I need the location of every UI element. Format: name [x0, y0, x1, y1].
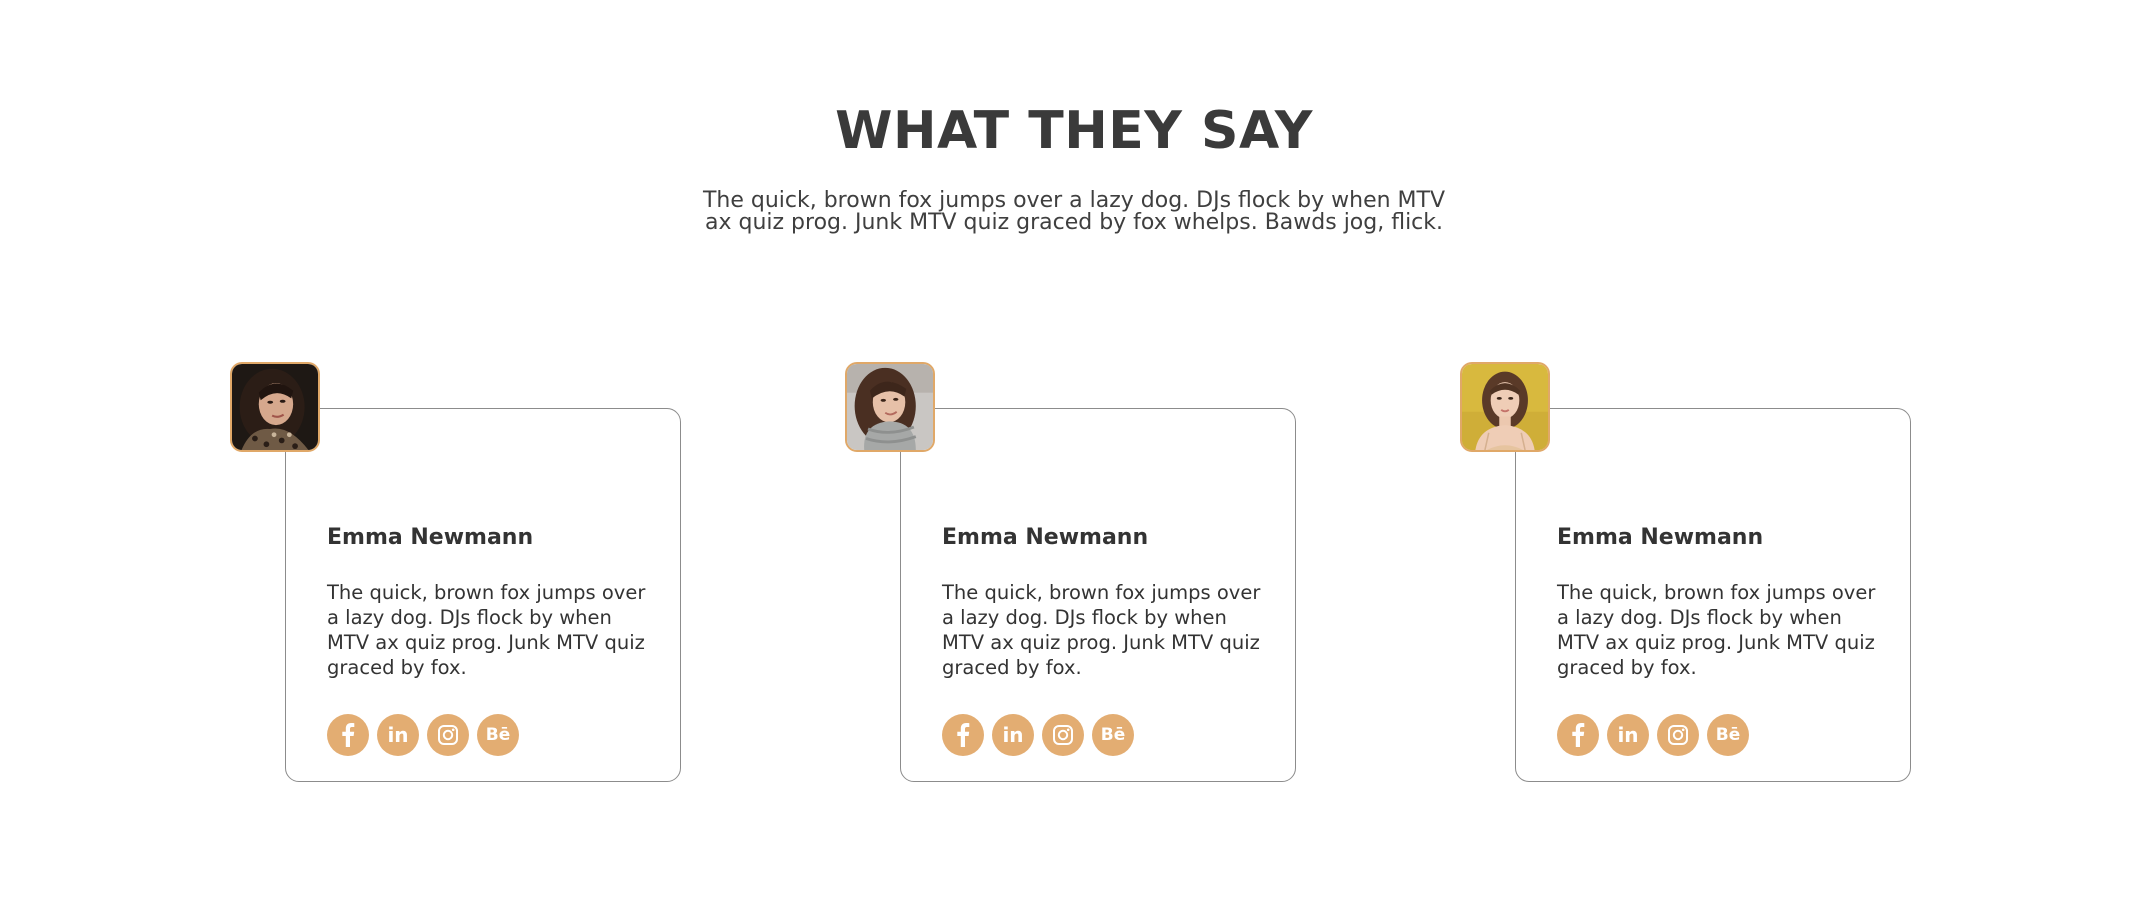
- social-links: in Bē: [1557, 714, 1749, 756]
- social-links: in Bē: [327, 714, 519, 756]
- testimonial-card-2: Emma Newmann The quick, brown fox jumps …: [845, 362, 1315, 787]
- facebook-icon[interactable]: [327, 714, 369, 756]
- intro-line-1: The quick, brown fox jumps over a lazy d…: [702, 188, 1446, 213]
- testimonial-quote: The quick, brown fox jumps over a lazy d…: [327, 581, 646, 679]
- social-links: in Bē: [942, 714, 1134, 756]
- avatar: [845, 362, 935, 452]
- avatar-photo-2: [847, 364, 933, 450]
- testimonial-card-1: Emma Newmann The quick, brown fox jumps …: [230, 362, 700, 787]
- avatar-photo-3: [1462, 364, 1548, 450]
- instagram-icon[interactable]: [1657, 714, 1699, 756]
- testimonial-name: Emma Newmann: [942, 525, 1149, 550]
- testimonials-section: WHAT THEY SAY The quick, brown fox jumps…: [0, 0, 2148, 914]
- testimonial-quote: The quick, brown fox jumps over a lazy d…: [942, 581, 1261, 679]
- instagram-icon[interactable]: [427, 714, 469, 756]
- section-intro: The quick, brown fox jumps over a lazy d…: [674, 190, 1474, 234]
- facebook-icon[interactable]: [1557, 714, 1599, 756]
- testimonial-card-3: Emma Newmann The quick, brown fox jumps …: [1460, 362, 1930, 787]
- avatar: [230, 362, 320, 452]
- section-title: WHAT THEY SAY: [835, 101, 1313, 161]
- testimonial-quote: The quick, brown fox jumps over a lazy d…: [1557, 581, 1876, 679]
- linkedin-icon[interactable]: in: [377, 714, 419, 756]
- behance-icon[interactable]: Bē: [1092, 714, 1134, 756]
- intro-line-2: ax quiz prog. Junk MTV quiz graced by fo…: [704, 210, 1444, 235]
- testimonial-name: Emma Newmann: [327, 525, 534, 550]
- linkedin-icon[interactable]: in: [992, 714, 1034, 756]
- linkedin-icon[interactable]: in: [1607, 714, 1649, 756]
- facebook-icon[interactable]: [942, 714, 984, 756]
- instagram-icon[interactable]: [1042, 714, 1084, 756]
- behance-icon[interactable]: Bē: [1707, 714, 1749, 756]
- testimonial-name: Emma Newmann: [1557, 525, 1764, 550]
- behance-icon[interactable]: Bē: [477, 714, 519, 756]
- avatar: [1460, 362, 1550, 452]
- avatar-photo-1: [232, 364, 318, 450]
